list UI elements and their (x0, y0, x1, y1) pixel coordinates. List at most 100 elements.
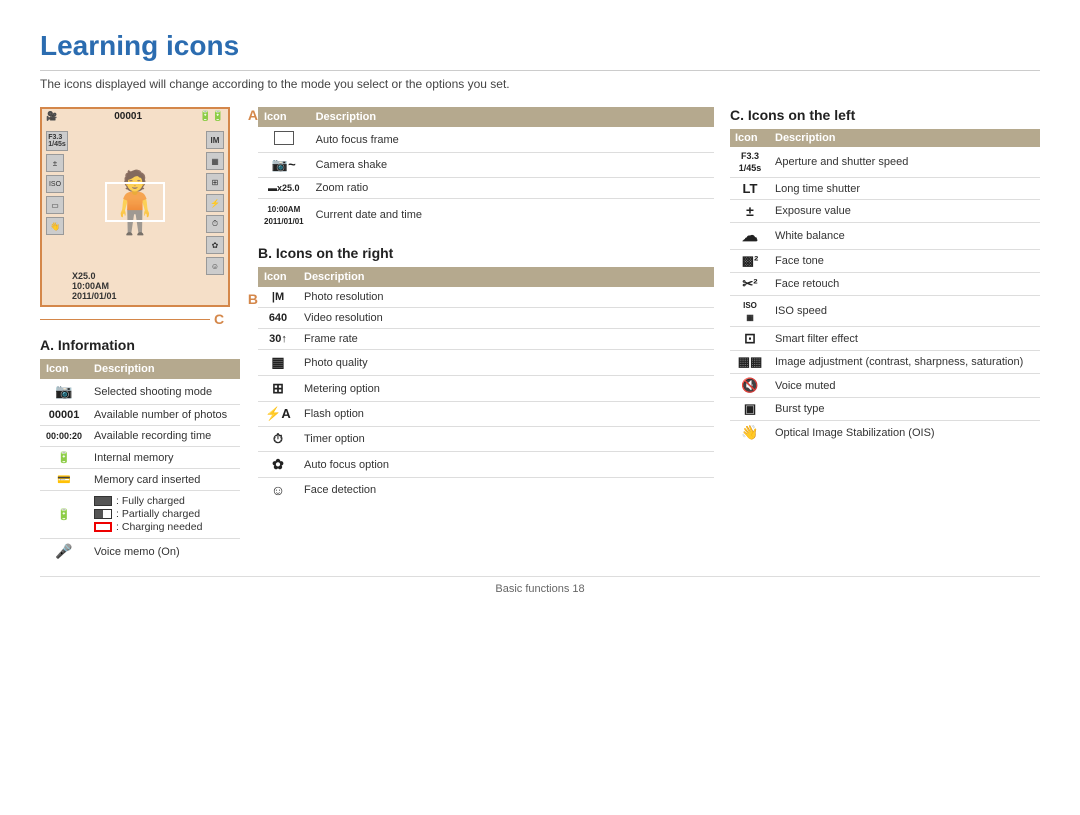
icon-cell: LT (730, 178, 770, 200)
shoot-mode-icon: 📷 (55, 383, 72, 399)
table-row: 00001 Available number of photos (40, 405, 240, 426)
desc-cell: Available recording time (88, 426, 240, 447)
label-b: B (248, 291, 258, 307)
card-icon: 💳 (57, 474, 71, 486)
desc-cell: Long time shutter (770, 178, 1040, 200)
desc-cell: Face detection (298, 478, 714, 503)
icon-cell: ✂² (730, 273, 770, 296)
table-row: |M Photo resolution (258, 287, 714, 308)
icon-cell: ⏱ (258, 427, 298, 452)
battery-half-item: : Partially charged (94, 508, 234, 520)
face-retouch-icon: ✂² (742, 276, 757, 291)
table-row: ▣ Burst type (730, 398, 1040, 421)
section-b-table: Icon Description |M Photo resolution 640… (258, 267, 714, 502)
camera-left-icons: F3.31/45s ± ISO ▭ 👋 (46, 131, 68, 235)
table-row: Auto focus frame (258, 127, 714, 153)
icon-cell: 30↑ (258, 329, 298, 350)
photo-res-icon: |M (272, 291, 284, 303)
focus-rect (105, 182, 165, 222)
icon-cell: ⊞ (258, 376, 298, 402)
table-row: LT Long time shutter (730, 178, 1040, 200)
table-row: ☁ White balance (730, 223, 1040, 250)
table-row: ✿ Auto focus option (258, 452, 714, 478)
icon-cell: ▦▦ (730, 351, 770, 374)
icon-cell: 🎤 (40, 539, 88, 565)
count-icon: 00001 (49, 409, 80, 421)
table-row: ⏱ Timer option (258, 427, 714, 452)
section-middle: Icon Description Auto focus frame 📷~ Cam… (258, 107, 714, 502)
camera-shoot-icon: 🎥 (46, 111, 57, 122)
lt-icon: LT (743, 181, 758, 196)
af-option-icon: ✿ (272, 456, 284, 472)
desc-cell: Photo quality (298, 350, 714, 376)
camera-screen: 🎥 00001 🔋🔋 F3.31/45s ± ISO ▭ 👋 IM ▦ ⊞ (40, 107, 230, 307)
table-row: 💳 Memory card inserted (40, 469, 240, 491)
desc-cell: Flash option (298, 402, 714, 427)
icon-cell: 📷~ (258, 153, 310, 178)
table-row: 📷~ Camera shake (258, 153, 714, 178)
table-row: 30↑ Frame rate (258, 329, 714, 350)
cam-icon-iso: ISO (46, 175, 64, 193)
desc-cell: Smart filter effect (770, 327, 1040, 351)
footer: Basic functions 18 (40, 576, 1040, 595)
timer-icon: ⏱ (273, 431, 283, 446)
table-row: ▩² Face tone (730, 250, 1040, 273)
camera-bottom-bar: X25.0 10:00AM 2011/01/01 (72, 271, 224, 301)
af-frame-icon (274, 131, 294, 145)
table-row: ± Exposure value (730, 200, 1040, 223)
camera-time: 10:00AM (72, 281, 109, 291)
table-row: ⊡ Smart filter effect (730, 327, 1040, 351)
face-tone-icon: ▩² (742, 253, 759, 268)
camera-center: 🧍 (72, 129, 198, 275)
cam-icon-grid: ▦ (206, 152, 224, 170)
icon-cell: 👋 (730, 421, 770, 445)
ab-header-icon: Icon (258, 107, 310, 127)
exposure-icon: ± (746, 203, 754, 219)
table-row: ⚡A Flash option (258, 402, 714, 427)
camera-top-bar: 🎥 00001 🔋🔋 (42, 109, 228, 124)
icon-cell: 🔋 (40, 491, 88, 539)
metering-icon: ⊞ (272, 380, 284, 396)
voice-memo-icon: 🎤 (55, 543, 72, 559)
cam-icon-f3: F3.31/45s (46, 131, 68, 151)
icon-cell: 💳 (40, 469, 88, 491)
desc-cell: Auto focus option (298, 452, 714, 478)
label-a: A (248, 107, 258, 123)
battery-list: : Fully charged : Partially charged : Ch… (94, 495, 234, 533)
icon-cell: 640 (258, 308, 298, 329)
table-row: 00:00:20 Available recording time (40, 426, 240, 447)
sections-layout: Icon Description Auto focus frame 📷~ Cam… (258, 107, 1040, 502)
desc-cell: Exposure value (770, 200, 1040, 223)
aperture-icon: F3.31/45s (739, 151, 762, 173)
cam-icon-grid2: ⊞ (206, 173, 224, 191)
icon-cell: ▣ (730, 398, 770, 421)
icon-cell: ☺ (258, 478, 298, 503)
section-b-header-desc: Description (298, 267, 714, 287)
section-a-header-desc: Description (88, 359, 240, 379)
cam-icon-rect: ▭ (46, 196, 64, 214)
section-c-title: C. Icons on the left (730, 107, 1040, 123)
camera-preview: 🎥 00001 🔋🔋 F3.31/45s ± ISO ▭ 👋 IM ▦ ⊞ (40, 107, 240, 564)
icon-cell: ISO▦ (730, 296, 770, 327)
battery-empty-icon (94, 522, 112, 532)
label-c: C (214, 311, 224, 327)
table-row: ✂² Face retouch (730, 273, 1040, 296)
table-row: 🎤 Voice memo (On) (40, 539, 240, 565)
icon-cell: 00001 (40, 405, 88, 426)
img-adj-icon: ▦▦ (738, 354, 763, 369)
desc-cell: Current date and time (310, 199, 714, 232)
camera-battery-icons: 🔋🔋 (199, 111, 224, 122)
icon-cell: ✿ (258, 452, 298, 478)
rec-time-icon: 00:00:20 (46, 431, 82, 441)
ab-header-desc: Description (310, 107, 714, 127)
ab-labels: A B (248, 107, 258, 307)
cam-icon-exp: ± (46, 154, 64, 172)
desc-cell: : Fully charged : Partially charged : Ch… (88, 491, 240, 539)
icon-cell: ± (730, 200, 770, 223)
voice-muted-icon: 🔇 (741, 377, 758, 393)
iso-icon: ISO▦ (743, 301, 757, 322)
desc-cell: Timer option (298, 427, 714, 452)
face-detect-icon: ☺ (271, 482, 285, 498)
desc-cell: Memory card inserted (88, 469, 240, 491)
section-a: A. Information Icon Description 📷 Select… (40, 337, 240, 564)
